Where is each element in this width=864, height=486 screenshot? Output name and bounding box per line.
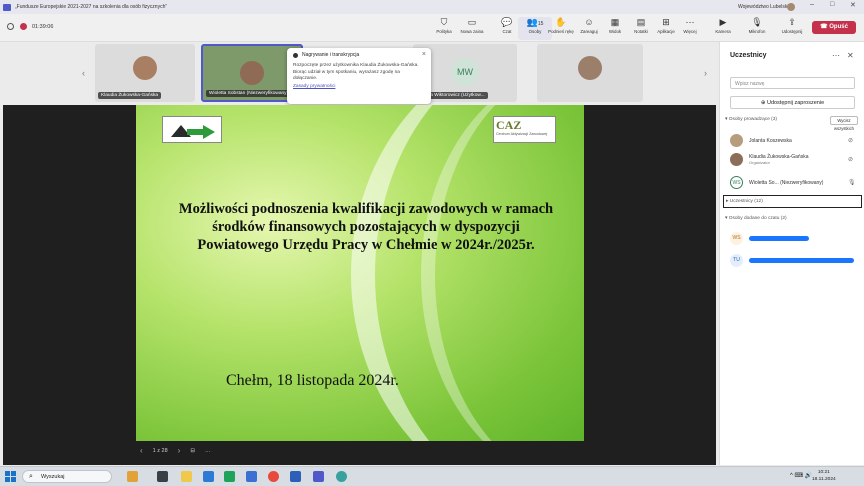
redacted-name [749,236,809,241]
record-dot-icon [20,23,27,30]
participant-tile[interactable]: Klaudia Żukowska-Gańska [95,44,195,102]
close-icon[interactable]: × [422,51,426,58]
teams-meeting-window: „Fundusze Europejskie 2021-2027 na szkol… [0,0,864,486]
leave-button[interactable]: ☎ Opuść [812,21,856,34]
edge-icon[interactable] [224,471,235,482]
mic-icon: 🎙 [848,180,856,186]
participant-video [133,56,157,80]
toolbar-nowa-button[interactable]: ▭ Nowa zaina [455,17,489,34]
presenters-section-header[interactable]: ▾ Osoby prowadzące (3) [725,117,777,122]
taskbar-search[interactable]: ⌕ Wyszukaj [22,470,112,483]
more-icon: ⋯ [685,17,695,27]
participant-name: Jolanta Koszewska [749,137,792,144]
mail-icon[interactable] [203,471,214,482]
org-name: Województwo Lubelskie [738,4,792,10]
recording-indicator: 01:39:06 [7,23,53,30]
avatar: WS [730,232,743,245]
title-bar: „Fundusze Europejskie 2021-2027 na szkol… [0,0,864,14]
caz-logo: CAZ Centrum Aktywizacji Zawodowej [493,116,556,143]
participants-panel: Uczestnicy ⋯ ✕ Wpisz nazwę ⊕ Udostępnij … [719,42,864,465]
slide-pager: ‹ 1 z 28 › ⊟ … [140,446,210,455]
app-icon[interactable] [336,471,347,482]
chat-person-row[interactable]: WS [730,232,809,245]
share-invite-button[interactable]: ⊕ Udostępnij zaproszenie [730,96,855,109]
toolbar-mic-button[interactable]: 🎙 Mikrofon [740,17,774,34]
file-explorer-icon[interactable] [181,471,192,482]
maximize-icon[interactable]: □ [830,1,834,8]
redacted-name [749,258,854,263]
close-window-icon[interactable]: ✕ [850,1,856,9]
participant-row[interactable]: WS Wioletta So... (Niezweryfikowany) 🎙 [730,176,856,189]
teams-icon[interactable] [313,471,324,482]
slide-toolbar-icon[interactable]: ⊟ [190,448,195,454]
participant-row[interactable]: Klaudia Żukowska-Gańska Organizator ⊘ [730,153,853,166]
camera-icon: ▶ [719,17,727,27]
participant-video [578,56,602,80]
meeting-timer: 01:39:06 [32,23,54,30]
slide-title: Możliwości podnoszenia kwalifikacji zawo… [178,201,554,253]
participant-initials-avatar: MW [451,58,479,86]
meeting-toolbar: 01:39:06 ⛉ Polityka ▭ Nowa zaina 💬 Czat 👥15… [0,14,864,42]
toolbar-more-button[interactable]: ⋯ Więcej [673,17,707,34]
chat-person-row[interactable]: TU [730,254,854,267]
minimize-icon[interactable]: – [810,1,814,8]
window-title: „Fundusze Europejskie 2021-2027 na szkol… [15,4,168,10]
avatar [730,153,743,166]
chrome-icon[interactable] [268,471,279,482]
participant-video [240,61,264,85]
strip-prev-icon[interactable]: ‹ [82,68,85,78]
avatar [730,134,743,147]
whiteboard-icon: ▭ [467,17,477,27]
pup-logo [162,116,222,143]
more-options-icon[interactable]: ⋯ [832,51,840,60]
attendees-section-header[interactable]: ▸ Uczestnicy (12) [723,195,862,208]
toolbar-share-button[interactable]: ⇪ Udostępnij [775,17,809,34]
close-panel-icon[interactable]: ✕ [847,51,854,60]
task-view-icon[interactable] [157,471,168,482]
windows-start-icon[interactable] [5,471,16,482]
taskbar-clock[interactable]: 10:21 18.11.2024 [812,469,836,483]
mic-off-icon: 🎙 [751,17,763,27]
attendees-label: ▸ Uczestnicy (12) [726,199,763,204]
slide-counter: 1 z 28 [152,447,168,454]
tray-icons[interactable]: ^ ⌨ 🔊 [790,472,812,479]
word-icon[interactable] [290,471,301,482]
search-icon: ⌕ [29,473,33,480]
add-person-icon: ⊕ [760,100,766,106]
participant-name: Wioletta So... (Niezweryfikowany) [749,179,824,186]
profile-avatar[interactable] [787,3,795,11]
mic-off-icon: ⊘ [848,157,854,163]
avatar: WS [730,176,743,189]
next-slide-icon[interactable]: › [178,446,181,455]
notification-body: Rozpoczęte przez użytkownika Klaudia Żuk… [293,63,425,90]
participant-row[interactable]: Jolanta Koszewska ⊘ [730,134,853,147]
participant-name: Klaudia Żukowska-Gańska [98,92,162,99]
prev-slide-icon[interactable]: ‹ [140,446,143,455]
info-icon[interactable] [7,23,14,30]
strip-next-icon[interactable]: › [704,68,707,78]
notification-heading: Nagrywanie i transkrypcja [293,52,425,58]
windows-taskbar: ⌕ Wyszukaj ^ ⌨ 🔊 10:21 18.11.2024 [0,466,864,486]
share-icon: ⇪ [788,17,796,27]
privacy-link[interactable]: Zasady prywatności [293,84,425,91]
mute-all-button[interactable]: Wycisz wszystkich [830,116,858,131]
teams-app-icon [3,3,11,11]
mic-off-icon: ⊘ [848,138,854,144]
store-icon[interactable] [246,471,257,482]
avatar: TU [730,254,743,267]
participant-role: Organizator [749,160,770,165]
briefcase-icon[interactable] [127,471,138,482]
toolbar-camera-button[interactable]: ▶ Kamera [706,17,740,34]
recording-notification: Nagrywanie i transkrypcja × Rozpoczęte p… [287,48,431,104]
slide-date-line: Chełm, 18 listopada 2024r. [226,372,399,389]
participant-name: Wioletta Sobstan (Niezweryfikowany) [206,90,292,97]
chat-section-header[interactable]: ▾ Osoby dodane do czatu (2) [725,216,787,221]
slide-more-icon[interactable]: … [205,448,211,454]
search-input[interactable]: Wpisz nazwę [730,77,855,89]
participant-tile[interactable] [537,44,643,102]
presentation-slide: CAZ Centrum Aktywizacji Zawodowej Możliw… [136,105,584,441]
panel-title: Uczestnicy [730,52,767,59]
record-icon [293,52,298,58]
